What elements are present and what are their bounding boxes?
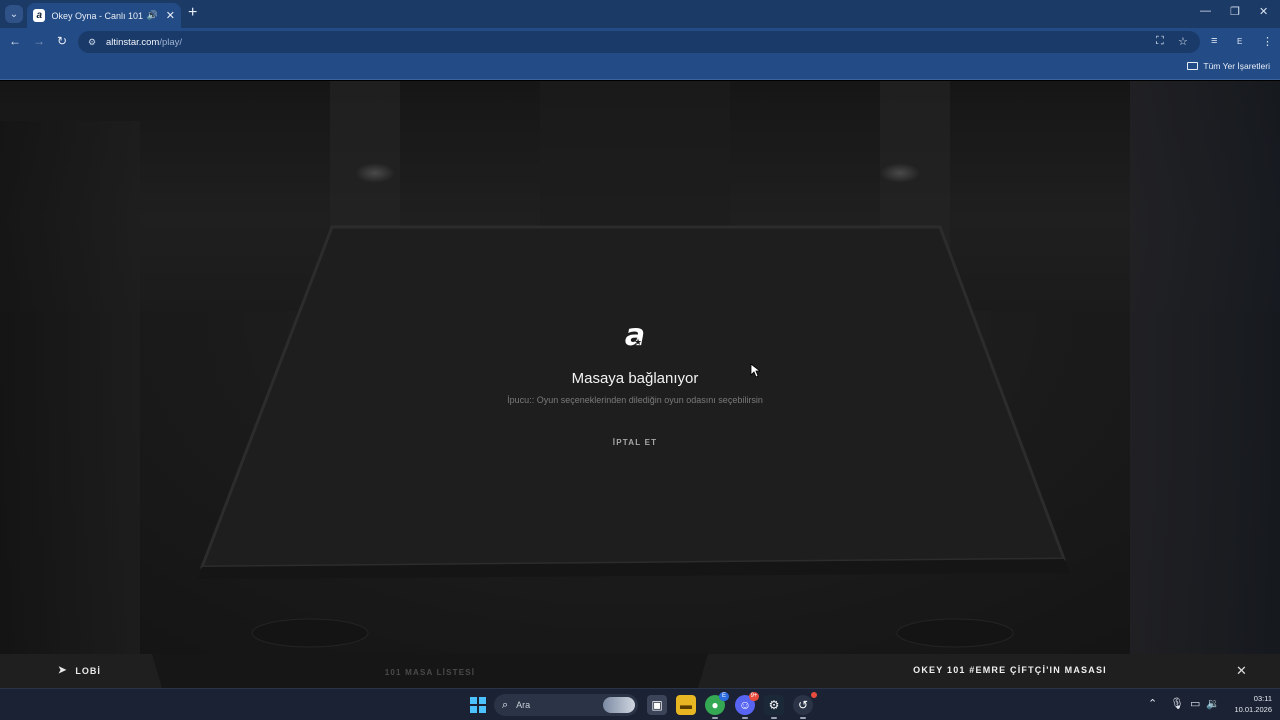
microphone-icon[interactable]: 🎙 [1170, 697, 1184, 710]
close-table-icon[interactable]: ✕ [1236, 663, 1247, 679]
loading-title: Masaya bağlanıyor [571, 370, 699, 387]
game-canvas: a ★ Masaya bağlanıyor İpucu:: Oyun seçen… [0, 81, 1280, 688]
system-clock[interactable]: 03:11 10.01.2026 [1222, 693, 1272, 715]
tab-strip: ⌄ a Okey Oyna - Canlı 101 Okey 🔊 ✕ + — ❐… [0, 0, 1280, 28]
forward-arrow-icon[interactable]: → [33, 34, 45, 48]
search-placeholder: Ara [516, 700, 531, 710]
clock-time: 03:11 [1253, 694, 1272, 703]
url-path: /play/ [159, 36, 183, 48]
folder-icon [1187, 62, 1199, 70]
loading-tip: İpucu:: Oyun seçeneklerinden dilediğin o… [507, 395, 763, 405]
tab-search-chevron-icon[interactable]: ⌄ [5, 5, 23, 23]
bookmarks-bar: Tüm Yer İşaretleri [0, 56, 1280, 80]
windows-taskbar: ⌕ Ara ▣ ▬ ● E ☺ 9+ ⚙ ↺ ⌃ 🎙 ▭ 🔉 03:11 10.01… [0, 688, 1280, 720]
all-bookmarks-folder[interactable]: Tüm Yer İşaretleri [1187, 61, 1270, 71]
task-view-icon[interactable]: ▣ [647, 695, 667, 715]
profile-avatar[interactable]: E [1237, 37, 1242, 46]
windows-start-icon[interactable] [470, 697, 486, 713]
site-settings-icon[interactable]: ⚙ [88, 37, 102, 48]
running-indicator [712, 717, 718, 719]
discord-icon[interactable]: ☺ 9+ [735, 692, 759, 719]
current-table-tab[interactable]: OKEY 101 #EMRE ÇİFTÇİ'IN MASASI [840, 665, 1180, 675]
bookmark-star-icon[interactable]: ☆ [1178, 35, 1188, 48]
discord-badge: 9+ [749, 692, 759, 701]
taskbar-search[interactable]: ⌕ Ara [494, 694, 638, 716]
url-host: altinstar.com [106, 36, 160, 48]
clock-date: 10.01.2026 [1234, 705, 1272, 714]
search-highlight-image [603, 697, 635, 713]
table-list-tab[interactable]: 101 MASA LİSTESİ [350, 668, 510, 677]
chrome-icon[interactable]: ● E [705, 692, 729, 719]
browser-tab[interactable]: a Okey Oyna - Canlı 101 Okey 🔊 ✕ [27, 3, 181, 28]
lobby-button[interactable]: ➤ LOBİ [58, 665, 101, 676]
close-tab-icon[interactable]: ✕ [166, 9, 175, 22]
running-indicator [742, 717, 748, 719]
logo-star-icon: ★ [634, 337, 643, 347]
bookmarks-folder-label: Tüm Yer İşaretleri [1203, 61, 1270, 71]
new-tab-plus-icon[interactable]: + [188, 4, 197, 22]
game-bottom-bar: ➤ LOBİ 101 MASA LİSTESİ OKEY 101 #EMRE Ç… [0, 654, 1280, 688]
app-sync-icon[interactable]: ↺ [793, 692, 817, 719]
search-icon: ⌕ [502, 698, 509, 711]
running-indicator [771, 717, 777, 719]
site-favicon-icon: a [33, 9, 46, 22]
cancel-button[interactable]: İPTAL ET [600, 438, 670, 447]
back-arrow-icon[interactable]: ← [9, 34, 21, 48]
window-close-icon[interactable]: ✕ [1259, 5, 1268, 18]
menu-kebab-icon[interactable]: ⋮ [1262, 35, 1273, 48]
translate-icon[interactable]: ⛶ [1156, 35, 1164, 48]
mouse-cursor-icon [750, 363, 760, 378]
minimize-icon[interactable]: — [1200, 5, 1211, 17]
reload-icon[interactable]: ↻ [57, 34, 67, 48]
tray-chevron-up-icon[interactable]: ⌃ [1148, 697, 1157, 710]
tab-title: Okey Oyna - Canlı 101 Okey [51, 10, 144, 21]
running-indicator [800, 717, 806, 719]
address-bar[interactable]: ⚙ altinstar.com/play/ [78, 31, 1200, 53]
file-explorer-icon[interactable]: ▬ [676, 695, 696, 715]
speaker-icon[interactable]: 🔊 [147, 10, 158, 21]
app-alert-dot [811, 692, 817, 698]
media-controls-icon[interactable]: ≡ [1211, 35, 1217, 47]
steam-icon[interactable]: ⚙ [764, 695, 784, 719]
lobby-label: LOBİ [75, 665, 101, 676]
restore-icon[interactable]: ❐ [1230, 5, 1240, 18]
connecting-overlay: a ★ Masaya bağlanıyor İpucu:: Oyun seçen… [0, 81, 1280, 688]
network-icon[interactable]: ▭ [1190, 697, 1200, 710]
chrome-profile-badge: E [719, 692, 729, 701]
volume-icon[interactable]: 🔉 [1206, 697, 1220, 710]
navigation-arrow-icon: ➤ [58, 665, 68, 676]
